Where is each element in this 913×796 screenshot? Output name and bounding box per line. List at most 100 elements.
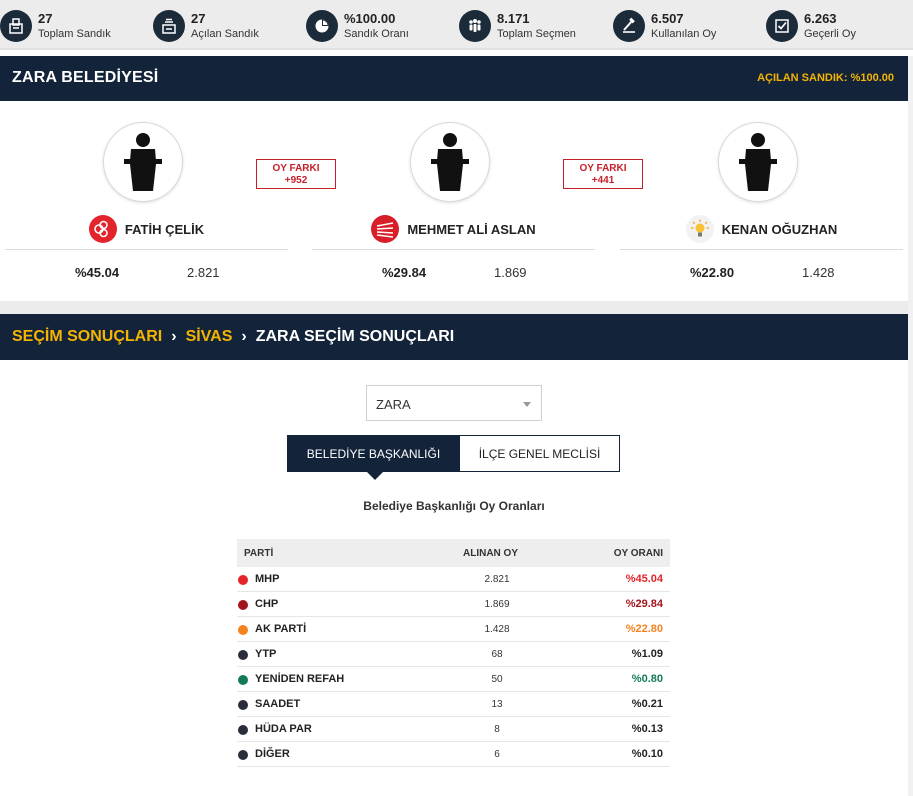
chevron-right-icon: › (241, 328, 247, 345)
party-votes: 2.821 (484, 574, 510, 585)
stats-bar: 27 Toplam Sandık 27 Açılan Sandık %100.0… (0, 0, 913, 50)
party-percentage: %0.13 (631, 723, 663, 735)
tab-mayorship[interactable]: BELEDİYE BAŞKANLIĞI (287, 435, 460, 480)
party-name: DİĞER (255, 748, 290, 760)
column-header-percentage: OY ORANI (613, 548, 663, 559)
candidate-card[interactable]: MEHMET ALİ ASLAN %29.84 1.869 (312, 101, 595, 301)
opened-boxes-ratio: AÇILAN SANDIK: %100.00 (757, 72, 894, 84)
party-color-dot (238, 675, 248, 685)
divider (620, 249, 903, 250)
result-type-tabs: BELEDİYE BAŞKANLIĞI İLÇE GENEL MECLİSİ (287, 435, 620, 480)
party-votes: 1.428 (484, 624, 510, 635)
candidate-votes: 2.821 (187, 265, 220, 280)
party-name: AK PARTİ (255, 623, 307, 635)
party-percentage: %0.10 (631, 748, 663, 760)
candidate-name-row: MEHMET ALİ ASLAN (312, 214, 595, 244)
party-name: HÜDA PAR (255, 723, 312, 735)
column-header-party: PARTİ (244, 548, 274, 559)
party-votes: 8 (494, 724, 500, 735)
candidate-percentage: %29.84 (382, 265, 427, 280)
party-color-dot (238, 625, 248, 635)
party-votes: 68 (491, 649, 503, 660)
stat-label: Toplam Seçmen (497, 28, 576, 40)
scrollbar[interactable] (908, 56, 913, 796)
ak-parti-logo-icon (685, 215, 714, 243)
candidate-name-row: KENAN OĞUZHAN (620, 214, 903, 244)
candidate-votes: 1.428 (802, 265, 835, 280)
party-color-dot (238, 650, 248, 660)
party-name: MHP (255, 573, 280, 585)
mhp-logo-icon (88, 215, 117, 243)
checkbox-icon (766, 10, 798, 42)
voters-icon (459, 10, 491, 42)
breadcrumb-current: ZARA SEÇİM SONUÇLARI (255, 328, 455, 345)
party-percentage: %0.21 (631, 698, 663, 710)
district-select-value: ZARA (376, 397, 411, 412)
party-name: YENİDEN REFAH (255, 673, 345, 685)
column-header-votes: ALINAN OY (463, 548, 518, 559)
candidate-card[interactable]: KENAN OĞUZHAN %22.80 1.428 (620, 101, 903, 301)
candidate-votes: 1.869 (494, 265, 527, 280)
party-votes: 13 (491, 699, 503, 710)
party-color-dot (238, 700, 248, 710)
table-row: SAADET 13 %0.21 (237, 692, 670, 717)
table-row: CHP 1.869 %29.84 (237, 592, 670, 617)
breadcrumb-link-province[interactable]: SİVAS (186, 328, 233, 346)
candidate-name: KENAN OĞUZHAN (721, 221, 838, 237)
vote-cast-icon (613, 10, 645, 42)
party-percentage: %1.09 (631, 648, 663, 660)
candidate-name: MEHMET ALİ ASLAN (407, 221, 536, 237)
table-row: AK PARTİ 1.428 %22.80 (237, 617, 670, 642)
chp-logo-icon (371, 215, 400, 243)
stat-value: 27 (191, 11, 206, 26)
candidate-cards: FATİH ÇELİK %45.04 2.821 OY FARKI +952 M… (0, 101, 908, 301)
opened-ballot-box-icon (153, 10, 185, 42)
candidate-percentage: %45.04 (75, 265, 120, 280)
stat-value: 6.507 (651, 11, 684, 26)
party-color-dot (238, 725, 248, 735)
party-votes: 50 (491, 674, 503, 685)
party-percentage: %0.80 (631, 673, 663, 685)
chevron-down-icon (523, 402, 531, 407)
candidate-card[interactable]: FATİH ÇELİK %45.04 2.821 (5, 101, 288, 301)
district-select[interactable]: ZARA (366, 385, 542, 421)
divider (5, 249, 288, 250)
pie-chart-icon (306, 10, 338, 42)
party-color-dot (238, 575, 248, 585)
divider (312, 249, 595, 250)
breadcrumb-link-election-results[interactable]: SEÇİM SONUÇLARI (12, 328, 162, 346)
stat-label: Kullanılan Oy (651, 28, 717, 40)
party-percentage: %45.04 (625, 573, 663, 585)
party-percentage: %29.84 (625, 598, 663, 610)
candidate-avatar-icon (103, 122, 183, 202)
party-percentage: %22.80 (625, 623, 663, 635)
table-header: PARTİ ALINAN OY OY ORANI (237, 539, 670, 567)
municipality-title: ZARA BELEDİYESİ (12, 69, 159, 86)
section-separator (0, 301, 908, 314)
stat-label: Açılan Sandık (191, 28, 259, 40)
table-row: HÜDA PAR 8 %0.13 (237, 717, 670, 742)
tab-district-council[interactable]: İLÇE GENEL MECLİSİ (459, 435, 620, 472)
breadcrumb: SEÇİM SONUÇLARI › SİVAS › ZARA SEÇİM SON… (0, 314, 908, 360)
stat-value: 8.171 (497, 11, 530, 26)
results-table: PARTİ ALINAN OY OY ORANI MHP 2.821 %45.04 C… (237, 539, 670, 767)
party-name: YTP (255, 648, 277, 660)
table-row: MHP 2.821 %45.04 (237, 567, 670, 592)
party-color-dot (238, 600, 248, 610)
candidate-name-row: FATİH ÇELİK (5, 214, 288, 244)
candidate-avatar-icon (410, 122, 490, 202)
ballot-box-icon (0, 10, 32, 42)
chevron-right-icon: › (171, 328, 177, 345)
table-row: DİĞER 6 %0.10 (237, 742, 670, 767)
stat-label: Geçerli Oy (804, 28, 856, 40)
party-votes: 1.869 (484, 599, 510, 610)
candidate-percentage: %22.80 (690, 265, 735, 280)
party-name: SAADET (255, 698, 301, 710)
party-color-dot (238, 750, 248, 760)
party-name: CHP (255, 598, 279, 610)
stat-label: Sandık Oranı (344, 28, 409, 40)
stat-value: 27 (38, 11, 53, 26)
stat-value: 6.263 (804, 11, 837, 26)
municipality-header: ZARA BELEDİYESİ AÇILAN SANDIK: %100.00 (0, 56, 908, 101)
candidate-name: FATİH ÇELİK (124, 221, 205, 237)
